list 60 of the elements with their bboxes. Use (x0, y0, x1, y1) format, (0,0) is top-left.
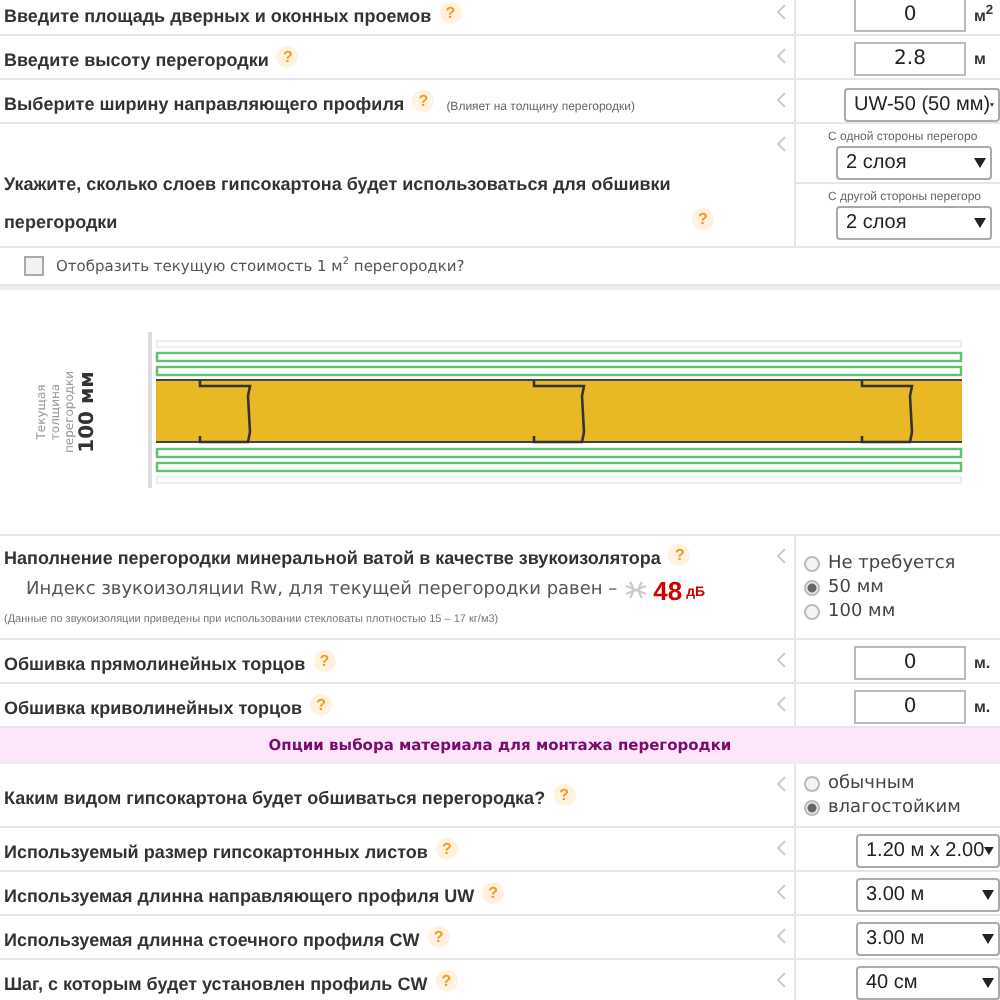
radio-option[interactable]: 50 мм (804, 576, 956, 598)
collapse-icon[interactable] (776, 136, 786, 152)
dropdown-arrow-icon (982, 977, 994, 987)
radio-option[interactable]: 100 мм (804, 600, 956, 622)
unit-label: м (974, 49, 986, 67)
collapse-icon[interactable] (776, 696, 786, 712)
field-label: Обшивка прямолинейных торцов (4, 654, 306, 674)
dropdown[interactable]: 2 слоя (836, 206, 992, 240)
dropdown[interactable]: 40 см (856, 965, 1000, 999)
dropdown[interactable]: 2 слоя (836, 146, 992, 180)
radio-option[interactable]: обычным (804, 772, 961, 794)
radio-option[interactable]: Не требуется (804, 552, 956, 574)
index-label: Индекс звукоизоляции Rw, для текущей перегородки равен – (26, 580, 618, 600)
unit-label: м. (974, 697, 991, 715)
collapse-icon[interactable] (776, 4, 786, 20)
dropdown[interactable]: 1.20 м x 2.00 (856, 833, 1000, 867)
field-label: Выберите ширину направляющего профиля (4, 94, 405, 114)
field-label: Используемый размер гипсокартонных листов (4, 842, 428, 862)
checkbox[interactable] (24, 256, 44, 276)
dropdown[interactable]: 3.00 м (856, 921, 1000, 955)
sound-icon (623, 580, 648, 600)
dropdown-arrow-icon (974, 158, 986, 168)
unit-label: м$^{2}$ (974, 3, 994, 25)
collapse-icon[interactable] (776, 840, 786, 856)
radio-button[interactable] (804, 775, 820, 791)
radio-button[interactable] (804, 579, 820, 595)
collapse-icon[interactable] (776, 884, 786, 900)
field-label: Каким видом гипсокартона будет обшиваться перегородка? (4, 788, 546, 808)
radio-option[interactable]: влагостойким (804, 796, 961, 818)
dropdown[interactable]: 3.00 м (856, 877, 1000, 911)
field-label: Введите площадь дверных и оконных проемов (4, 6, 432, 26)
collapse-icon[interactable] (776, 776, 786, 792)
dropdown-arrow-icon (984, 845, 994, 855)
radio-button[interactable] (804, 555, 820, 571)
number-field[interactable]: 0 (854, 645, 966, 679)
dropdown-arrow-icon (982, 933, 994, 943)
radio-button[interactable] (804, 603, 820, 619)
field-label: Шаг, с которым будет установлен профиль CW (4, 974, 428, 994)
radio-button[interactable] (804, 799, 820, 815)
collapse-icon[interactable] (776, 548, 786, 564)
dropdown-arrow-icon (982, 889, 994, 899)
field-label: Укажите, сколько слоев гипсокартона будет использоваться для обшивки перегородки (4, 172, 673, 236)
collapse-icon[interactable] (776, 972, 786, 988)
collapse-icon[interactable] (776, 928, 786, 944)
collapse-icon[interactable] (776, 48, 786, 64)
collapse-icon[interactable] (776, 92, 786, 108)
thickness-value: 100 мм (77, 369, 101, 457)
field-label: Обшивка криволинейных торцов (4, 698, 303, 718)
number-field[interactable]: 0 (854, 0, 966, 31)
dropdown-arrow-icon (974, 218, 986, 228)
field-label: Используемая длинна направляющего профиля UW (4, 886, 475, 906)
field-label: Введите высоту перегородки (4, 50, 269, 70)
unit-label: м. (974, 653, 991, 671)
field-label: Используемая длинна стоечного профиля CW (4, 930, 420, 950)
dropdown[interactable]: UW-50 (50 мм) (844, 87, 1000, 121)
number-field[interactable]: 2.8 (854, 41, 966, 75)
index-value: 48 (653, 575, 683, 605)
number-field[interactable]: 0 (854, 689, 966, 723)
field-label: Наполнение перегородки минеральной ватой в качестве звукоизолятора (4, 548, 661, 568)
collapse-icon[interactable] (776, 652, 786, 668)
